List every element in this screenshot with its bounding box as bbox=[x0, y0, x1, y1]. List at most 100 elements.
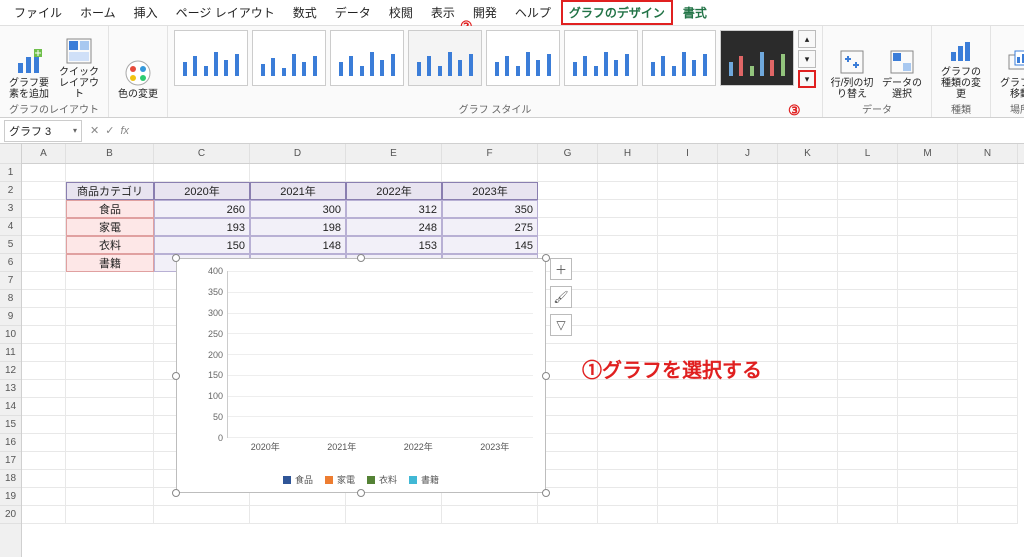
cell-M12[interactable] bbox=[898, 362, 958, 380]
cell-M6[interactable] bbox=[898, 254, 958, 272]
quick-layout-button[interactable]: クイックレイアウト bbox=[56, 30, 102, 100]
select-all-triangle[interactable] bbox=[0, 144, 21, 164]
cell-K10[interactable] bbox=[778, 326, 838, 344]
cell-L15[interactable] bbox=[838, 416, 898, 434]
cell-C1[interactable] bbox=[154, 164, 250, 182]
cell-A13[interactable] bbox=[22, 380, 66, 398]
cell-J10[interactable] bbox=[718, 326, 778, 344]
cell-E20[interactable] bbox=[346, 506, 442, 524]
cell-B1[interactable] bbox=[66, 164, 154, 182]
cell-L10[interactable] bbox=[838, 326, 898, 344]
chart-handle-tr[interactable] bbox=[542, 254, 550, 262]
chart-style-3[interactable] bbox=[330, 30, 404, 86]
cell-L7[interactable] bbox=[838, 272, 898, 290]
chart-style-8[interactable] bbox=[720, 30, 794, 86]
chart-handle-bm[interactable] bbox=[357, 489, 365, 497]
cell-G1[interactable] bbox=[538, 164, 598, 182]
gallery-more-button[interactable]: ▾ bbox=[798, 70, 816, 88]
embedded-chart[interactable]: 050100150200250300350400 2020年2021年2022年… bbox=[176, 258, 546, 493]
cell-J17[interactable] bbox=[718, 452, 778, 470]
cell-I6[interactable] bbox=[658, 254, 718, 272]
cell-M8[interactable] bbox=[898, 290, 958, 308]
switch-row-col-button[interactable]: 行/列の切り替え bbox=[829, 30, 875, 100]
cell-M13[interactable] bbox=[898, 380, 958, 398]
cell-A2[interactable] bbox=[22, 182, 66, 200]
chart-style-2[interactable] bbox=[252, 30, 326, 86]
cell-F20[interactable] bbox=[442, 506, 538, 524]
cell-M3[interactable] bbox=[898, 200, 958, 218]
cell-B5[interactable]: 衣料 bbox=[66, 236, 154, 254]
cell-L9[interactable] bbox=[838, 308, 898, 326]
cell-H17[interactable] bbox=[598, 452, 658, 470]
cell-C20[interactable] bbox=[154, 506, 250, 524]
cell-K6[interactable] bbox=[778, 254, 838, 272]
cell-I20[interactable] bbox=[658, 506, 718, 524]
cell-E2[interactable]: 2022年 bbox=[346, 182, 442, 200]
cell-K17[interactable] bbox=[778, 452, 838, 470]
gallery-scroll-down[interactable]: ▾ bbox=[798, 50, 816, 68]
tab-format[interactable]: 書式 bbox=[675, 0, 715, 25]
cell-G3[interactable] bbox=[538, 200, 598, 218]
tab-page-layout[interactable]: ページ レイアウト bbox=[168, 0, 283, 25]
name-box[interactable]: グラフ 3 ▾ bbox=[4, 120, 82, 142]
cell-M17[interactable] bbox=[898, 452, 958, 470]
cell-G15[interactable] bbox=[538, 416, 598, 434]
cell-F2[interactable]: 2023年 bbox=[442, 182, 538, 200]
cell-L16[interactable] bbox=[838, 434, 898, 452]
cell-H19[interactable] bbox=[598, 488, 658, 506]
tab-formulas[interactable]: 数式 bbox=[285, 0, 325, 25]
chart-filters-button[interactable]: ▽ bbox=[550, 314, 572, 336]
cell-N20[interactable] bbox=[958, 506, 1018, 524]
cell-B2[interactable]: 商品カテゴリ bbox=[66, 182, 154, 200]
legend-item-家電[interactable]: 家電 bbox=[325, 473, 355, 486]
row-header-18[interactable]: 18 bbox=[0, 470, 21, 488]
cell-M10[interactable] bbox=[898, 326, 958, 344]
cell-B12[interactable] bbox=[66, 362, 154, 380]
cell-H15[interactable] bbox=[598, 416, 658, 434]
cell-H6[interactable] bbox=[598, 254, 658, 272]
cell-F3[interactable]: 350 bbox=[442, 200, 538, 218]
cell-D5[interactable]: 148 bbox=[250, 236, 346, 254]
cell-A9[interactable] bbox=[22, 308, 66, 326]
cell-L12[interactable] bbox=[838, 362, 898, 380]
cell-N14[interactable] bbox=[958, 398, 1018, 416]
cell-I7[interactable] bbox=[658, 272, 718, 290]
cell-B9[interactable] bbox=[66, 308, 154, 326]
cell-H9[interactable] bbox=[598, 308, 658, 326]
legend-item-書籍[interactable]: 書籍 bbox=[409, 473, 439, 486]
cell-M1[interactable] bbox=[898, 164, 958, 182]
cell-M9[interactable] bbox=[898, 308, 958, 326]
cell-C3[interactable]: 260 bbox=[154, 200, 250, 218]
cell-G20[interactable] bbox=[538, 506, 598, 524]
cell-K1[interactable] bbox=[778, 164, 838, 182]
cell-M5[interactable] bbox=[898, 236, 958, 254]
cell-L6[interactable] bbox=[838, 254, 898, 272]
cell-H8[interactable] bbox=[598, 290, 658, 308]
cell-J18[interactable] bbox=[718, 470, 778, 488]
cell-B10[interactable] bbox=[66, 326, 154, 344]
cell-J4[interactable] bbox=[718, 218, 778, 236]
col-header-G[interactable]: G bbox=[538, 144, 598, 163]
cell-C2[interactable]: 2020年 bbox=[154, 182, 250, 200]
row-header-12[interactable]: 12 bbox=[0, 362, 21, 380]
cell-N15[interactable] bbox=[958, 416, 1018, 434]
cell-F4[interactable]: 275 bbox=[442, 218, 538, 236]
row-header-14[interactable]: 14 bbox=[0, 398, 21, 416]
cell-K7[interactable] bbox=[778, 272, 838, 290]
cell-L17[interactable] bbox=[838, 452, 898, 470]
col-header-A[interactable]: A bbox=[22, 144, 66, 163]
cell-D2[interactable]: 2021年 bbox=[250, 182, 346, 200]
cell-H5[interactable] bbox=[598, 236, 658, 254]
row-header-11[interactable]: 11 bbox=[0, 344, 21, 362]
cell-N7[interactable] bbox=[958, 272, 1018, 290]
cell-H4[interactable] bbox=[598, 218, 658, 236]
cell-K19[interactable] bbox=[778, 488, 838, 506]
cell-M11[interactable] bbox=[898, 344, 958, 362]
cell-J5[interactable] bbox=[718, 236, 778, 254]
cell-I10[interactable] bbox=[658, 326, 718, 344]
cell-B11[interactable] bbox=[66, 344, 154, 362]
cell-G2[interactable] bbox=[538, 182, 598, 200]
cell-A11[interactable] bbox=[22, 344, 66, 362]
fx-icon[interactable]: fx bbox=[120, 125, 129, 137]
cell-B20[interactable] bbox=[66, 506, 154, 524]
